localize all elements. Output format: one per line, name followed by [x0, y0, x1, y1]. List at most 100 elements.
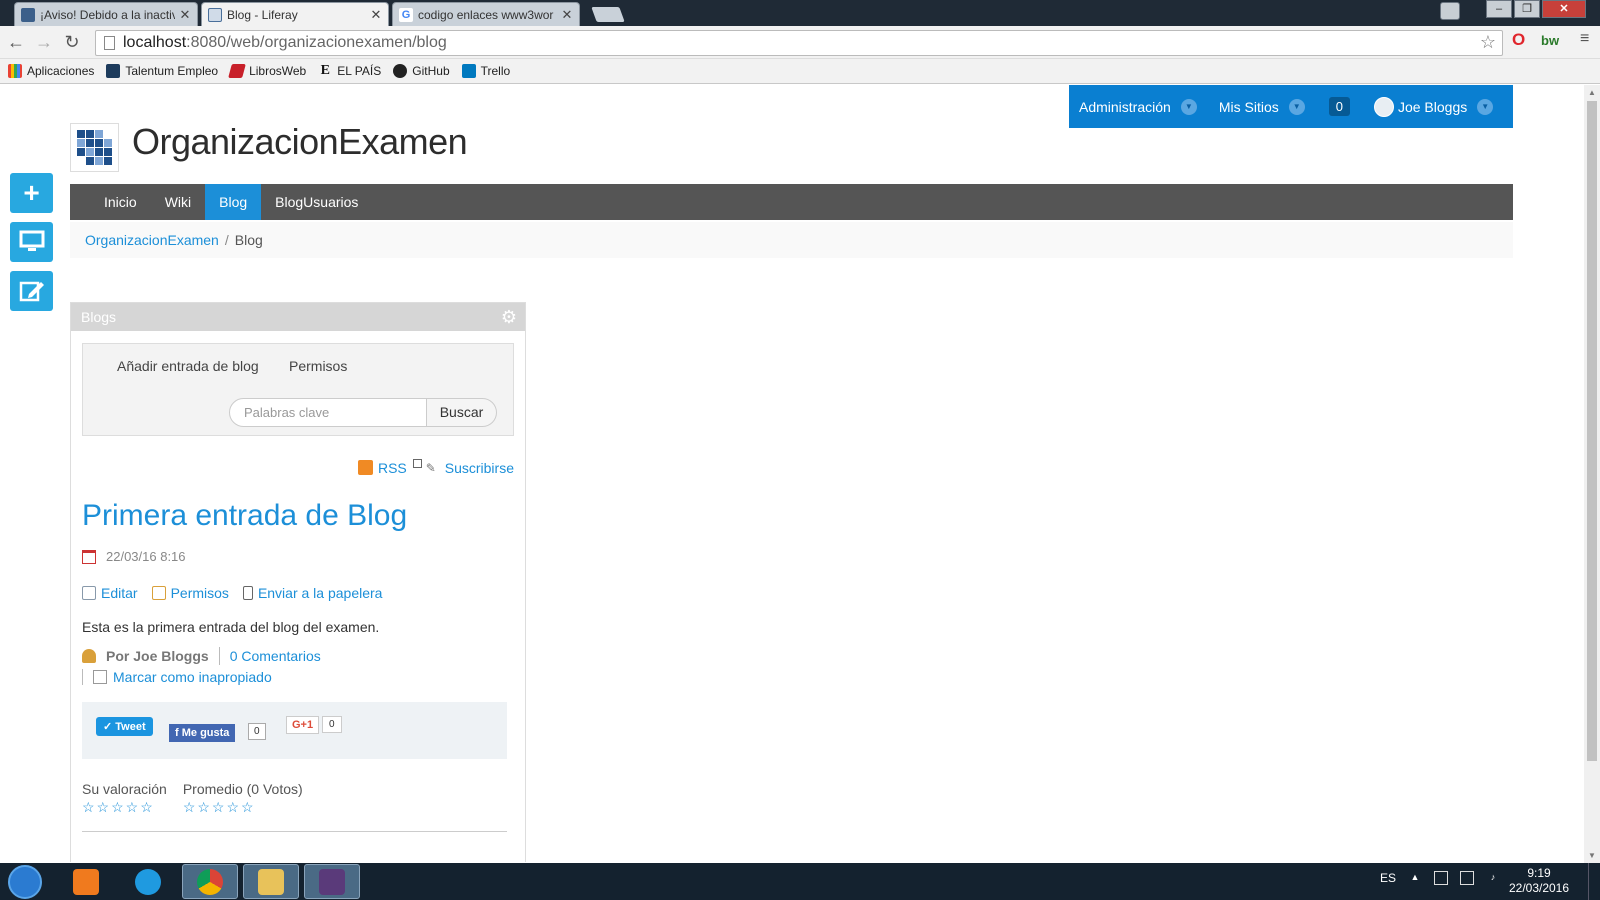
talentum-icon: [106, 64, 121, 78]
your-rating-stars[interactable]: ☆☆☆☆☆: [82, 799, 167, 816]
back-arrow-icon[interactable]: ←: [6, 32, 26, 52]
page-scrollbar[interactable]: ▲ ▼: [1584, 85, 1600, 863]
clock[interactable]: 9:19 22/03/2016: [1504, 866, 1574, 896]
browser-tab-aviso[interactable]: ¡Aviso! Debido a la inactiv ✕: [14, 2, 198, 26]
bw-extension-icon[interactable]: bw: [1541, 33, 1559, 48]
entry-permissions-button[interactable]: Permisos: [151, 585, 229, 601]
bookmark-star-icon[interactable]: ☆: [1480, 32, 1496, 53]
facebook-like-button[interactable]: f Me gusta: [169, 724, 236, 742]
chevron-down-icon: ▼: [1288, 98, 1305, 115]
page-viewport: Administración ▼ Mis Sitios ▼ 0 Joe Blog…: [0, 85, 1584, 863]
add-blog-entry-button[interactable]: Añadir entrada de blog: [117, 358, 259, 374]
forward-arrow-icon[interactable]: →: [34, 32, 54, 52]
portlet-title: Blogs: [81, 309, 117, 325]
flag-inappropriate-link[interactable]: Marcar como inapropiado: [82, 669, 321, 685]
window-close-button[interactable]: ✕: [1542, 0, 1586, 18]
file-explorer-button[interactable]: [243, 864, 299, 899]
site-logo[interactable]: [70, 123, 119, 172]
admin-menu-label: Administración: [1079, 98, 1171, 115]
bookmark-talentum[interactable]: Talentum Empleo: [106, 64, 218, 78]
flag-label: Marcar como inapropiado: [113, 669, 272, 685]
blog-toolbox: Añadir entrada de blog Permisos Palabras…: [82, 343, 514, 436]
nav-item-blog[interactable]: Blog: [205, 184, 262, 220]
system-tray: ES ▲ ♪: [1380, 871, 1500, 885]
eclipse-button[interactable]: [304, 864, 360, 899]
start-icon[interactable]: [8, 865, 42, 899]
gear-icon[interactable]: ⚙: [501, 307, 517, 328]
edit-controls-button[interactable]: [10, 271, 53, 311]
admin-menu[interactable]: Administración ▼: [1079, 98, 1197, 115]
opera-icon[interactable]: O: [1512, 30, 1525, 50]
close-tab-icon[interactable]: ✕: [370, 7, 382, 23]
bookmark-elpais[interactable]: E EL PAÍS: [318, 64, 382, 79]
move-to-trash-button[interactable]: Enviar a la papelera: [242, 585, 382, 601]
new-tab-button[interactable]: [591, 7, 625, 22]
minimize-button[interactable]: –: [1486, 0, 1512, 18]
chevron-down-icon: ▼: [1477, 98, 1494, 115]
show-desktop-button[interactable]: [1588, 863, 1600, 900]
bookmark-librosweb[interactable]: LibrosWeb: [228, 64, 306, 78]
user-menu[interactable]: Joe Bloggs ▼: [1373, 96, 1494, 117]
entry-author: Por Joe Bloggs: [106, 648, 209, 664]
language-indicator[interactable]: ES: [1380, 871, 1396, 885]
address-bar[interactable]: localhost:8080/web/organizacionexamen/bl…: [95, 30, 1503, 56]
permissions-button[interactable]: Permisos: [289, 358, 347, 374]
divider: [82, 831, 507, 832]
my-sites-label: Mis Sitios: [1218, 98, 1279, 115]
scroll-down-icon[interactable]: ▼: [1588, 851, 1596, 860]
add-content-button[interactable]: +: [10, 173, 53, 213]
edit-entry-button[interactable]: Editar: [82, 585, 138, 601]
search-input[interactable]: Palabras clave: [229, 398, 427, 427]
media-player-button[interactable]: [58, 864, 114, 899]
nav-item-inicio[interactable]: Inicio: [90, 184, 151, 220]
scrollbar-thumb[interactable]: [1587, 101, 1597, 761]
notifications-badge[interactable]: 0: [1328, 97, 1350, 116]
browser-tab-codigo[interactable]: G codigo enlaces www3wor ✕: [392, 2, 580, 26]
bookmark-github[interactable]: GitHub: [393, 64, 450, 78]
site-title[interactable]: OrganizacionExamen: [132, 121, 468, 163]
nav-item-blogusuarios[interactable]: BlogUsuarios: [261, 184, 372, 220]
google-plus-button[interactable]: G+1: [286, 716, 320, 734]
bookmark-trello[interactable]: Trello: [461, 64, 510, 78]
menu-icon[interactable]: ≡: [1580, 30, 1589, 48]
scroll-up-icon[interactable]: ▲: [1588, 88, 1596, 97]
search-button[interactable]: Buscar: [427, 398, 497, 427]
facebook-like-count: 0: [248, 723, 266, 740]
volume-icon[interactable]: ♪: [1486, 871, 1500, 885]
clock-date: 22/03/2016: [1508, 881, 1570, 895]
close-tab-icon[interactable]: ✕: [561, 7, 573, 23]
trello-icon: [461, 64, 476, 78]
page-icon: [104, 36, 115, 50]
subscribe-link[interactable]: Suscribirse: [445, 460, 514, 476]
chrome-button[interactable]: [182, 864, 238, 899]
blog-entry-title[interactable]: Primera entrada de Blog: [82, 499, 407, 533]
chrome-icon: [197, 868, 223, 895]
browser-tab-blog[interactable]: Blog - Liferay ✕: [201, 2, 389, 26]
average-rating: Promedio (0 Votos) ☆☆☆☆☆: [183, 781, 303, 816]
tweet-button[interactable]: ✓ Tweet: [96, 717, 153, 736]
preview-button[interactable]: [10, 222, 53, 262]
bookmark-aplicaciones[interactable]: Aplicaciones: [8, 64, 94, 78]
liferay-dockbar: Administración ▼ Mis Sitios ▼ 0 Joe Blog…: [1069, 85, 1513, 128]
reload-icon[interactable]: ↻: [62, 32, 82, 52]
action-center-icon[interactable]: [1434, 871, 1449, 885]
facebook-icon: f: [175, 727, 182, 739]
maximize-button[interactable]: ❐: [1514, 0, 1540, 18]
internet-explorer-icon: [135, 868, 161, 895]
date-text: 22/03/16 8:16: [106, 549, 186, 564]
rss-link[interactable]: RSS: [378, 460, 407, 476]
my-sites-menu[interactable]: Mis Sitios ▼: [1218, 98, 1305, 115]
external-link-icon: [412, 459, 422, 468]
profile-icon[interactable]: [1440, 2, 1460, 20]
network-icon[interactable]: [1460, 871, 1475, 885]
search-form: Palabras clave Buscar: [229, 398, 497, 427]
breadcrumb-root-link[interactable]: OrganizacionExamen: [85, 232, 219, 248]
show-hidden-icons[interactable]: ▲: [1408, 871, 1422, 885]
breadcrumb-separator: /: [224, 232, 229, 248]
close-tab-icon[interactable]: ✕: [179, 7, 191, 23]
internet-explorer-button[interactable]: [120, 864, 176, 899]
nav-item-wiki[interactable]: Wiki: [151, 184, 205, 220]
calendar-icon: [82, 549, 96, 564]
comments-link[interactable]: 0 Comentarios: [230, 648, 321, 664]
media-player-icon: [73, 868, 99, 895]
